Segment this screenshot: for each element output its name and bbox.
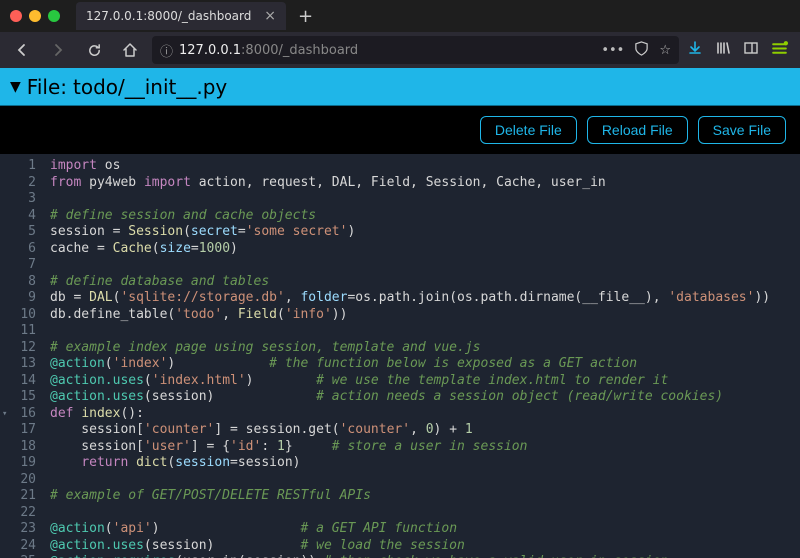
line-number: 5 — [4, 224, 36, 241]
code-line[interactable]: @action.uses('index.html') # we use the … — [50, 373, 770, 390]
code-line[interactable]: @action.uses(session) # action needs a s… — [50, 389, 770, 406]
minimize-window-button[interactable] — [29, 10, 41, 22]
line-number: 24 — [4, 538, 36, 555]
url-text: 127.0.0.1:8000/_dashboard — [179, 43, 358, 58]
file-actions-toolbar: Delete File Reload File Save File — [0, 106, 800, 154]
line-number: 2 — [4, 175, 36, 192]
line-number: 19 — [4, 455, 36, 472]
forward-button[interactable] — [44, 36, 72, 64]
reload-file-button[interactable]: Reload File — [587, 116, 688, 144]
code-line[interactable] — [50, 505, 770, 522]
code-line[interactable] — [50, 472, 770, 489]
tab-title: 127.0.0.1:8000/_dashboard — [86, 9, 251, 23]
shield-icon[interactable] — [634, 41, 649, 60]
code-line[interactable]: @action.uses(session) # we load the sess… — [50, 538, 770, 555]
code-line[interactable]: @action.requires(user_in(session)) # the… — [50, 554, 770, 558]
line-number: 18 — [4, 439, 36, 456]
code-line[interactable]: # define database and tables — [50, 274, 770, 291]
file-path: todo/__init__.py — [73, 75, 227, 99]
save-file-button[interactable]: Save File — [698, 116, 786, 144]
line-number: 10 — [4, 307, 36, 324]
code-editor[interactable]: 12345678910111213141516▾1718192021222324… — [0, 154, 800, 558]
code-line[interactable]: session['user'] = {'id': 1} # store a us… — [50, 439, 770, 456]
code-line[interactable]: import os — [50, 158, 770, 175]
fold-icon[interactable]: ▾ — [2, 406, 7, 423]
close-window-button[interactable] — [10, 10, 22, 22]
line-number-gutter: 12345678910111213141516▾1718192021222324… — [0, 154, 44, 558]
line-number: 17 — [4, 422, 36, 439]
site-info-icon[interactable]: ⓘ — [160, 41, 173, 60]
line-number: 25 — [4, 554, 36, 558]
delete-file-button[interactable]: Delete File — [480, 116, 577, 144]
line-number: 16▾ — [4, 406, 36, 423]
file-label-prefix: File: — [27, 75, 67, 99]
line-number: 13 — [4, 356, 36, 373]
browser-toolbar: ⓘ 127.0.0.1:8000/_dashboard ••• ☆ — [0, 32, 800, 68]
line-number: 12 — [4, 340, 36, 357]
code-line[interactable]: db.define_table('todo', Field('info')) — [50, 307, 770, 324]
maximize-window-button[interactable] — [48, 10, 60, 22]
code-line[interactable]: def index(): — [50, 406, 770, 423]
code-line[interactable] — [50, 257, 770, 274]
close-tab-icon[interactable]: × — [264, 8, 276, 24]
hamburger-menu-icon[interactable] — [771, 40, 788, 61]
line-number: 4 — [4, 208, 36, 225]
collapse-triangle-icon[interactable]: ▼ — [10, 79, 21, 95]
code-line[interactable]: @action('index') # the function below is… — [50, 356, 770, 373]
line-number: 22 — [4, 505, 36, 522]
line-number: 11 — [4, 323, 36, 340]
line-number: 23 — [4, 521, 36, 538]
line-number: 20 — [4, 472, 36, 489]
file-header-bar[interactable]: ▼ File: todo/__init__.py — [0, 68, 800, 106]
window-controls — [10, 10, 60, 22]
line-number: 1 — [4, 158, 36, 175]
browser-tab[interactable]: 127.0.0.1:8000/_dashboard × — [76, 2, 286, 30]
library-icon[interactable] — [715, 40, 731, 60]
line-number: 21 — [4, 488, 36, 505]
home-button[interactable] — [116, 36, 144, 64]
more-icon[interactable]: ••• — [601, 43, 624, 58]
new-tab-button[interactable]: + — [292, 6, 319, 27]
bookmark-star-icon[interactable]: ☆ — [659, 43, 671, 58]
line-number: 9 — [4, 290, 36, 307]
code-line[interactable]: # example index page using session, temp… — [50, 340, 770, 357]
code-line[interactable]: return dict(session=session) — [50, 455, 770, 472]
line-number: 14 — [4, 373, 36, 390]
downloads-icon[interactable] — [687, 40, 703, 60]
code-line[interactable]: from py4web import action, request, DAL,… — [50, 175, 770, 192]
code-line[interactable] — [50, 323, 770, 340]
back-button[interactable] — [8, 36, 36, 64]
code-content[interactable]: import osfrom py4web import action, requ… — [44, 154, 770, 558]
code-line[interactable]: session['counter'] = session.get('counte… — [50, 422, 770, 439]
address-bar[interactable]: ⓘ 127.0.0.1:8000/_dashboard ••• ☆ — [152, 36, 679, 64]
code-line[interactable]: # example of GET/POST/DELETE RESTful API… — [50, 488, 770, 505]
line-number: 3 — [4, 191, 36, 208]
line-number: 7 — [4, 257, 36, 274]
line-number: 6 — [4, 241, 36, 258]
code-line[interactable]: @action('api') # a GET API function — [50, 521, 770, 538]
code-line[interactable]: session = Session(secret='some secret') — [50, 224, 770, 241]
code-line[interactable] — [50, 191, 770, 208]
line-number: 8 — [4, 274, 36, 291]
code-line[interactable]: cache = Cache(size=1000) — [50, 241, 770, 258]
line-number: 15 — [4, 389, 36, 406]
code-line[interactable]: db = DAL('sqlite://storage.db', folder=o… — [50, 290, 770, 307]
sidebar-icon[interactable] — [743, 40, 759, 60]
code-line[interactable]: # define session and cache objects — [50, 208, 770, 225]
reload-button[interactable] — [80, 36, 108, 64]
window-titlebar: 127.0.0.1:8000/_dashboard × + — [0, 0, 800, 32]
